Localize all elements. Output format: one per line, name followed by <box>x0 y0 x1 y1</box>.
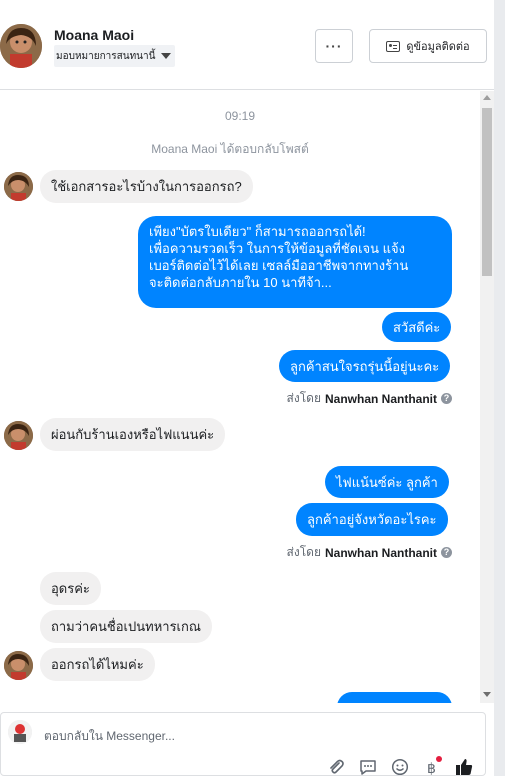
assign-label: มอบหมายการสนทนานี้ <box>56 50 156 62</box>
message-thread[interactable]: 09:19 Moana Maoi ได้ตอบกลับโพสต์ ใช้เอกส… <box>0 91 480 703</box>
sent-by-name: Nanwhan Nanthanit <box>324 391 437 406</box>
scroll-thumb[interactable] <box>482 108 492 276</box>
incoming-message[interactable]: ผ่อนกับร้านเองหรือไฟแนนค่ะ <box>40 418 226 451</box>
message-line: เพื่อความรวดเร็ว ในการให้ข้อมูลที่ชัดเจน… <box>149 241 406 256</box>
info-icon[interactable]: ? <box>441 393 452 404</box>
reply-input[interactable] <box>44 729 344 743</box>
thread-scrollbar[interactable] <box>480 91 494 703</box>
conversation-header: Moana Maoi มอบหมายการสนทนานี้ ··· ดูข้อม… <box>0 0 494 90</box>
sent-by-label: ส่งโดย Nanwhan Nanthanit ? <box>287 543 452 562</box>
more-icon: ··· <box>325 38 343 54</box>
view-contact-info-label: ดูข้อมูลติดต่อ <box>406 41 470 53</box>
incoming-message[interactable]: ใช้เอกสารอะไรบ้างในการออกรถ? <box>40 170 253 203</box>
incoming-message[interactable]: ถามว่าคนชื่อเปนทหารเกณ <box>40 610 212 643</box>
reply-composer: ฿ <box>0 712 486 776</box>
sender-avatar <box>4 651 33 680</box>
window-edge <box>494 0 505 776</box>
outgoing-message[interactable]: ลูกค้าสนใจรถรุ่นนี้อยู่นะคะ <box>279 350 451 382</box>
sender-avatar <box>4 421 33 450</box>
scroll-down-arrow-icon[interactable] <box>483 692 491 697</box>
message-line: จะติดต่อกลับภายใน 10 นาทีจ้า... <box>149 275 332 290</box>
message-line: เบอร์ติดต่อไว้ได้เลย เซลล์มืออาชีพจากทาง… <box>149 258 409 273</box>
message-line: เพียง"บัตรใบเดียว" ก็สามารถออกรถได้! <box>149 224 366 239</box>
assign-conversation-dropdown[interactable]: มอบหมายการสนทนานี้ <box>54 45 176 67</box>
contact-avatar[interactable] <box>0 24 42 68</box>
outgoing-message[interactable]: เพียง"บัตรใบเดียว" ก็สามารถออกรถได้! เพื… <box>138 216 452 308</box>
outgoing-message[interactable]: สวัสดีค่ะ <box>382 312 452 342</box>
incoming-message[interactable]: ออกรถได้ไหมค่ะ <box>40 648 155 681</box>
outgoing-message-partial[interactable] <box>337 692 452 703</box>
sender-avatar <box>4 172 33 201</box>
saved-reply-icon[interactable] <box>358 757 378 776</box>
notification-dot <box>436 756 442 762</box>
svg-text:฿: ฿ <box>427 761 436 776</box>
thumbs-up-icon[interactable] <box>454 757 474 776</box>
contact-name: Moana Maoi <box>54 27 135 43</box>
sent-by-name: Nanwhan Nanthanit <box>324 545 437 560</box>
sent-by-prefix: ส่งโดย <box>286 545 321 559</box>
info-icon[interactable]: ? <box>441 547 452 558</box>
payment-icon[interactable]: ฿ <box>422 756 442 776</box>
emoji-icon[interactable] <box>390 757 410 776</box>
contact-card-icon <box>386 40 401 52</box>
view-contact-info-button[interactable]: ดูข้อมูลติดต่อ <box>369 29 487 63</box>
sent-by-label: ส่งโดย Nanwhan Nanthanit ? <box>287 389 452 408</box>
page-avatar <box>8 720 32 744</box>
paperclip-icon[interactable] <box>326 757 346 776</box>
outgoing-message[interactable]: ลูกค้าอยู่จังหวัดอะไรคะ <box>296 503 448 536</box>
sent-by-prefix: ส่งโดย <box>286 391 321 405</box>
system-event: Moana Maoi ได้ตอบกลับโพสต์ <box>151 142 309 156</box>
message-timestamp: 09:19 <box>224 109 256 123</box>
scroll-up-arrow-icon[interactable] <box>483 95 491 100</box>
incoming-message[interactable]: อุดรค่ะ <box>40 572 101 605</box>
more-options-button[interactable]: ··· <box>315 29 353 63</box>
outgoing-message[interactable]: ไฟแน้นซ์ค่ะ ลูกค้า <box>325 466 449 498</box>
caret-down-icon <box>161 53 172 59</box>
